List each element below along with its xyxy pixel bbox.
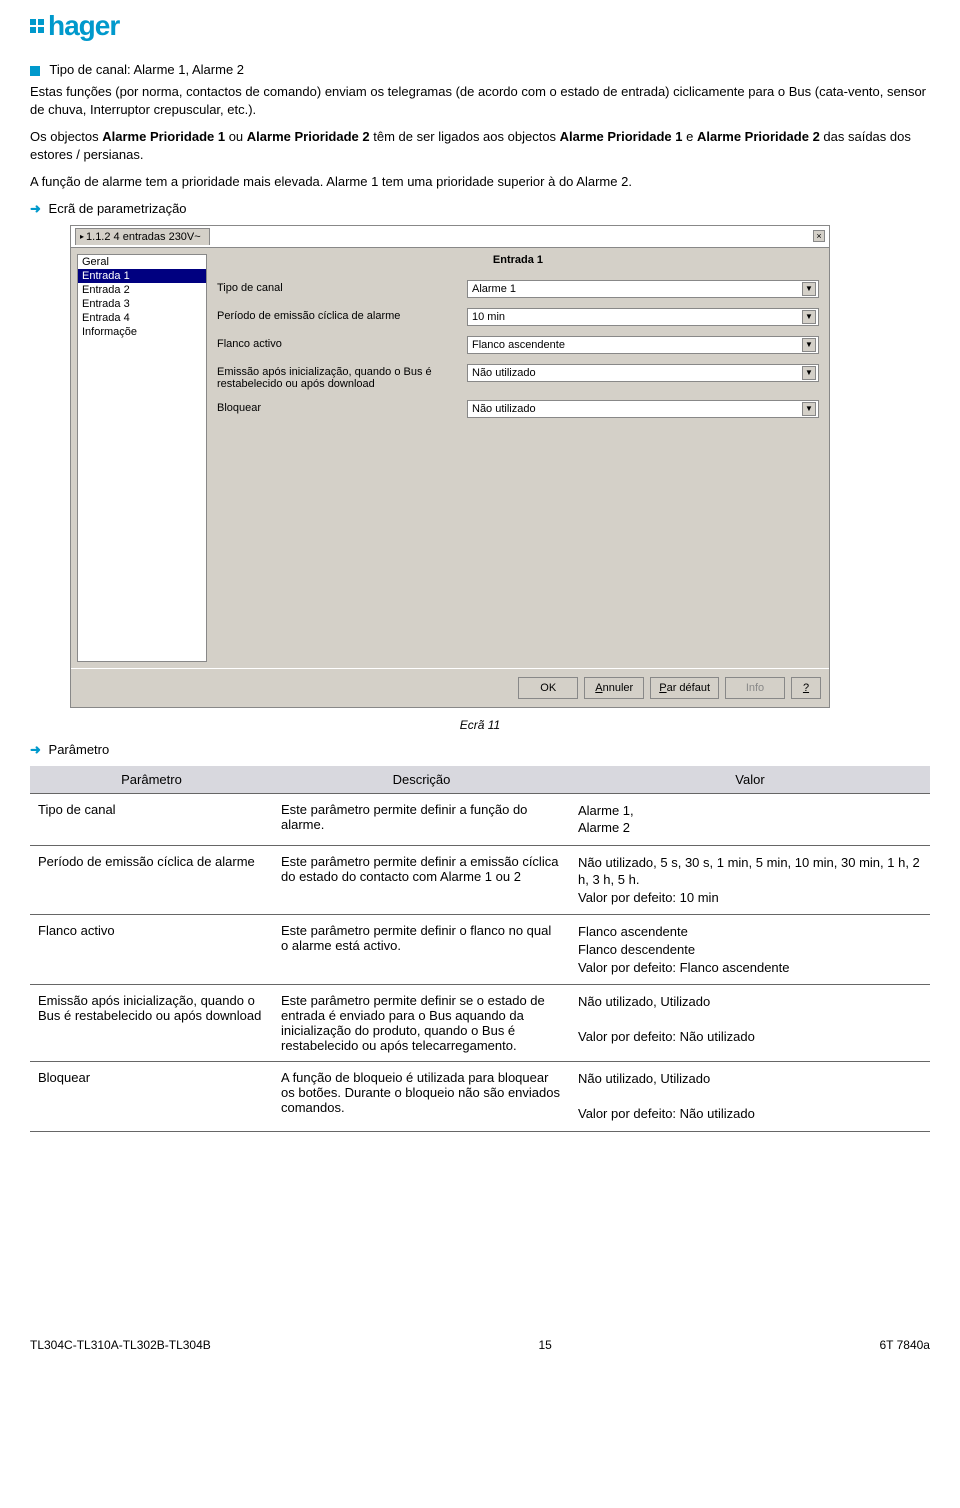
select-value: Alarme 1 bbox=[472, 283, 516, 295]
cell-descricao: Este parâmetro permite definir a emissão… bbox=[273, 845, 570, 915]
ok-button[interactable]: OK bbox=[518, 677, 578, 699]
brand-logo: hager bbox=[30, 10, 930, 42]
section-para-3: A função de alarme tem a prioridade mais… bbox=[30, 173, 930, 191]
parameter-table: Parâmetro Descrição Valor Tipo de canalE… bbox=[30, 766, 930, 1132]
cell-valor: Não utilizado, 5 s, 30 s, 1 min, 5 min, … bbox=[570, 845, 930, 915]
sidebar-item-entrada3[interactable]: Entrada 3 bbox=[78, 297, 206, 311]
ets-dialog: ▸ 1.1.2 4 entradas 230V~ × Geral Entrada… bbox=[70, 225, 830, 708]
cell-descricao: Este parâmetro permite definir o flanco … bbox=[273, 915, 570, 985]
footer-left: TL304C-TL310A-TL302B-TL304B bbox=[30, 1338, 211, 1352]
help-button[interactable]: ? bbox=[791, 677, 821, 699]
cell-valor: Alarme 1, Alarme 2 bbox=[570, 793, 930, 845]
sidebar-item-informacoe[interactable]: Informaçõe bbox=[78, 325, 206, 339]
col-header-parametro: Parâmetro bbox=[30, 766, 273, 794]
table-row: BloquearA função de bloqueio é utilizada… bbox=[30, 1062, 930, 1132]
footer-right: 6T 7840a bbox=[879, 1338, 930, 1352]
chevron-down-icon: ▼ bbox=[802, 366, 816, 380]
param-row-emissao: Emissão após inicialização, quando o Bus… bbox=[217, 364, 819, 390]
table-row: Flanco activoEste parâmetro permite defi… bbox=[30, 915, 930, 985]
subheading-2-text: Parâmetro bbox=[49, 742, 110, 757]
param-label: Período de emissão cíclica de alarme bbox=[217, 308, 467, 322]
arrow-right-icon: ➜ bbox=[30, 742, 41, 757]
param-label: Tipo de canal bbox=[217, 280, 467, 294]
chevron-down-icon: ▼ bbox=[802, 282, 816, 296]
cell-valor: Flanco ascendente Flanco descendente Val… bbox=[570, 915, 930, 985]
section-heading: Tipo de canal: Alarme 1, Alarme 2 bbox=[30, 62, 930, 77]
cell-parametro: Emissão após inicialização, quando o Bus… bbox=[30, 985, 273, 1062]
param-label: Emissão após inicialização, quando o Bus… bbox=[217, 364, 467, 390]
cell-valor: Não utilizado, Utilizado Valor por defei… bbox=[570, 1062, 930, 1132]
param-row-flanco: Flanco activo Flanco ascendente ▼ bbox=[217, 336, 819, 354]
sidebar-item-entrada4[interactable]: Entrada 4 bbox=[78, 311, 206, 325]
select-value: Flanco ascendente bbox=[472, 339, 565, 351]
param-row-periodo: Período de emissão cíclica de alarme 10 … bbox=[217, 308, 819, 326]
cell-parametro: Flanco activo bbox=[30, 915, 273, 985]
dialog-tab-label: 1.1.2 4 entradas 230V~ bbox=[86, 231, 201, 243]
cell-descricao: Este parâmetro permite definir se o esta… bbox=[273, 985, 570, 1062]
figure-caption: Ecrã 11 bbox=[30, 718, 930, 732]
subheading-1-text: Ecrã de parametrização bbox=[49, 201, 187, 216]
param-row-tipo-canal: Tipo de canal Alarme 1 ▼ bbox=[217, 280, 819, 298]
subheading-parametro: ➜ Parâmetro bbox=[30, 742, 930, 758]
cell-parametro: Bloquear bbox=[30, 1062, 273, 1132]
sidebar-item-entrada1[interactable]: Entrada 1 bbox=[78, 269, 206, 283]
select-flanco[interactable]: Flanco ascendente ▼ bbox=[467, 336, 819, 354]
info-button[interactable]: Info bbox=[725, 677, 785, 699]
dialog-button-row: OK Annuler Par défaut Info ? bbox=[71, 668, 829, 707]
select-value: Não utilizado bbox=[472, 403, 536, 415]
arrow-right-icon: ➜ bbox=[30, 201, 41, 216]
table-row: Emissão após inicialização, quando o Bus… bbox=[30, 985, 930, 1062]
param-label: Flanco activo bbox=[217, 336, 467, 350]
close-icon[interactable]: × bbox=[813, 230, 825, 242]
page-footer: TL304C-TL310A-TL302B-TL304B 15 6T 7840a bbox=[30, 1332, 930, 1352]
sidebar-item-entrada2[interactable]: Entrada 2 bbox=[78, 283, 206, 297]
cell-parametro: Período de emissão cíclica de alarme bbox=[30, 845, 273, 915]
dialog-sidebar: Geral Entrada 1 Entrada 2 Entrada 3 Entr… bbox=[77, 254, 207, 662]
cell-descricao: A função de bloqueio é utilizada para bl… bbox=[273, 1062, 570, 1132]
section-para-2: Os objectos Alarme Prioridade 1 ou Alarm… bbox=[30, 128, 930, 163]
footer-page-number: 15 bbox=[538, 1338, 551, 1352]
select-bloquear[interactable]: Não utilizado ▼ bbox=[467, 400, 819, 418]
cell-descricao: Este parâmetro permite definir a função … bbox=[273, 793, 570, 845]
default-button[interactable]: Par défaut bbox=[650, 677, 719, 699]
chevron-down-icon: ▼ bbox=[802, 310, 816, 324]
subheading-parametrization: ➜ Ecrã de parametrização bbox=[30, 201, 930, 217]
table-row: Tipo de canalEste parâmetro permite defi… bbox=[30, 793, 930, 845]
cell-valor: Não utilizado, Utilizado Valor por defei… bbox=[570, 985, 930, 1062]
cancel-button[interactable]: Annuler bbox=[584, 677, 644, 699]
dialog-tab[interactable]: ▸ 1.1.2 4 entradas 230V~ bbox=[75, 228, 210, 245]
select-emissao[interactable]: Não utilizado ▼ bbox=[467, 364, 819, 382]
select-value: 10 min bbox=[472, 311, 505, 323]
table-row: Período de emissão cíclica de alarmeEste… bbox=[30, 845, 930, 915]
table-header-row: Parâmetro Descrição Valor bbox=[30, 766, 930, 794]
dialog-main: Entrada 1 Tipo de canal Alarme 1 ▼ Perío… bbox=[207, 248, 829, 668]
cell-parametro: Tipo de canal bbox=[30, 793, 273, 845]
param-row-bloquear: Bloquear Não utilizado ▼ bbox=[217, 400, 819, 418]
section-para-1: Estas funções (por norma, contactos de c… bbox=[30, 83, 930, 118]
col-header-valor: Valor bbox=[570, 766, 930, 794]
select-periodo[interactable]: 10 min ▼ bbox=[467, 308, 819, 326]
square-bullet-icon bbox=[30, 66, 40, 76]
section-title-text: Tipo de canal: Alarme 1, Alarme 2 bbox=[49, 62, 244, 77]
logo-dots-icon bbox=[30, 19, 44, 33]
select-value: Não utilizado bbox=[472, 367, 536, 379]
chevron-down-icon: ▼ bbox=[802, 402, 816, 416]
sidebar-item-geral[interactable]: Geral bbox=[78, 255, 206, 269]
dialog-main-title: Entrada 1 bbox=[217, 254, 819, 266]
dialog-tabbar: ▸ 1.1.2 4 entradas 230V~ × bbox=[71, 226, 829, 248]
col-header-descricao: Descrição bbox=[273, 766, 570, 794]
logo-text: hager bbox=[48, 10, 119, 42]
chevron-down-icon: ▼ bbox=[802, 338, 816, 352]
param-label: Bloquear bbox=[217, 400, 467, 414]
tab-triangle-icon: ▸ bbox=[80, 232, 84, 241]
select-tipo-canal[interactable]: Alarme 1 ▼ bbox=[467, 280, 819, 298]
